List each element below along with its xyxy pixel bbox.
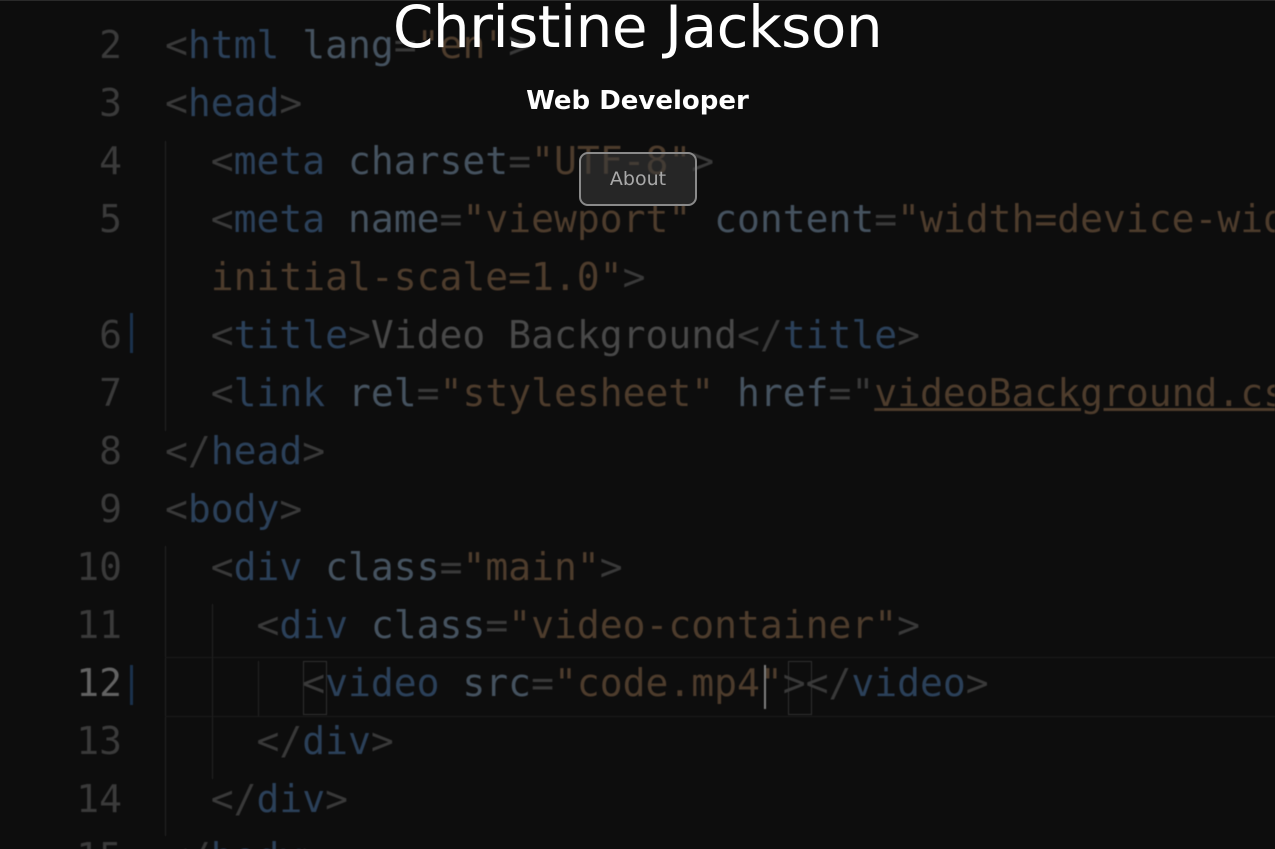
about-button[interactable]: About <box>579 152 697 206</box>
page: 2 <html lang="en"> 3 <head> 4 <meta charset=… <box>0 0 1275 849</box>
hero-title: Web Developer <box>526 86 749 116</box>
hero-name: Christine Jackson <box>392 0 883 61</box>
hero-overlay: Christine Jackson Web Developer About <box>0 1 1275 849</box>
